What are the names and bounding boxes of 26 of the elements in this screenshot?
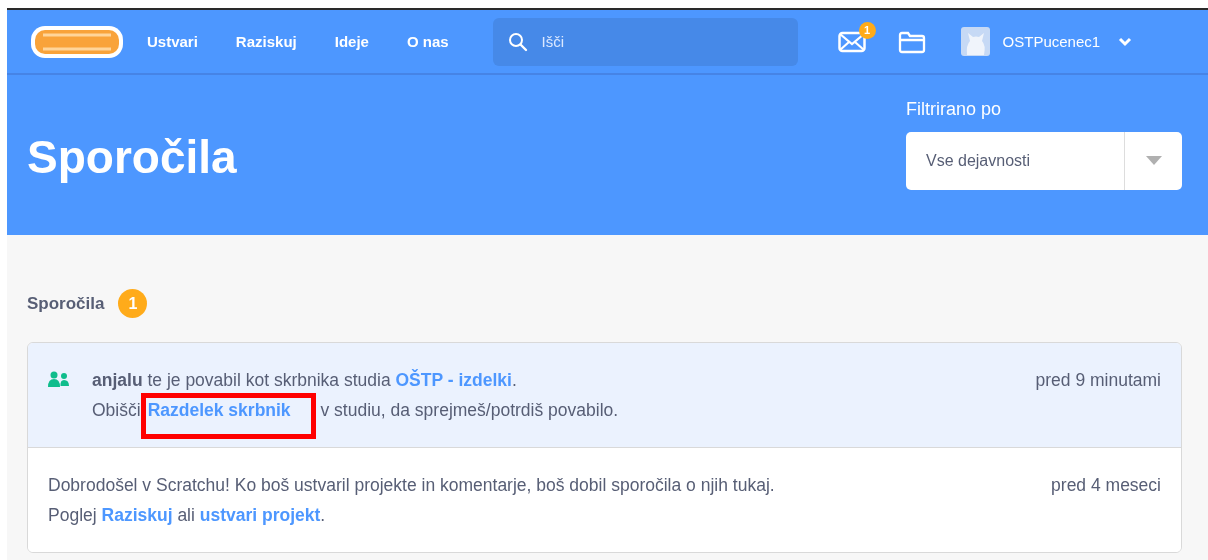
nav-link[interactable]: Raziskuj [235, 33, 297, 50]
nav-link[interactable]: O nas [406, 33, 449, 50]
message-text: Dobrodošel v Scratchu! Ko boš ustvaril projekte in komentarje, boš dobil sporočila o njih tukaj. Poglej Raziskuj ali ustvari projekt. [48, 474, 776, 527]
mail-icon[interactable] [837, 30, 866, 53]
caret-icon [1145, 156, 1162, 166]
section-title: Sporočila [27, 293, 105, 314]
avatar-icon[interactable] [960, 27, 990, 56]
filter-label: Filtrirano po [906, 99, 1003, 120]
count-badge: 1 [118, 289, 148, 318]
link[interactable]: ustvari projekt [199, 505, 321, 525]
timestamp: pred 4 meseci [1051, 474, 1161, 497]
notification-badge: 1 [858, 21, 876, 39]
link[interactable]: Raziskuj [101, 505, 173, 525]
people-icon [48, 371, 70, 387]
page-title: Sporočila [27, 130, 237, 184]
message-text: anjalu te je povabil kot skrbnika studia OŠTP - izdelki. Obišči Razdelek skrbnik v studiu, da sprejmeš/potrdiš povabilo. [92, 365, 742, 425]
folder-icon[interactable] [897, 29, 926, 54]
timestamp: pred 9 minutami [1035, 369, 1161, 392]
nav-link[interactable]: Ustvari [147, 33, 198, 50]
username[interactable]: OSTPucenec1 [1002, 33, 1101, 50]
nav-link[interactable]: Ideje [334, 33, 369, 50]
link[interactable]: Razdelek skrbnik [147, 400, 291, 420]
chevron-down-icon[interactable] [1118, 36, 1133, 47]
search-field[interactable]: Išči [492, 17, 798, 66]
link[interactable]: OŠTP - izdelki [395, 370, 512, 390]
filter-dropdown[interactable]: Vse dejavnosti [906, 132, 1182, 190]
